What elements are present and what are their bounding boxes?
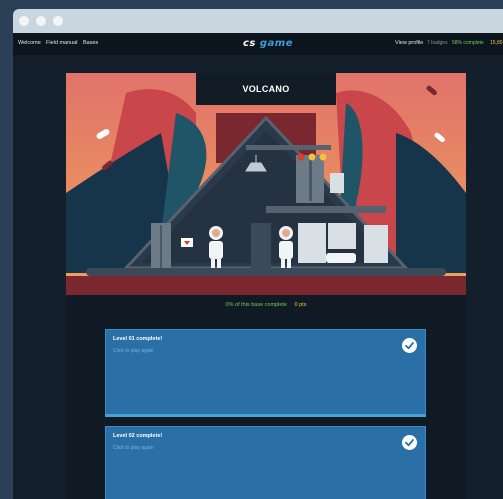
- base-progress-percent: 0% of this base complete: [225, 302, 287, 308]
- base-page: VOLCANO 0% of this base complete 0 pts L…: [66, 73, 466, 499]
- logo-game: game: [259, 38, 293, 49]
- level-title: Level 02 complete!: [113, 433, 163, 439]
- level-card-02[interactable]: Level 02 complete! Click to play again: [105, 426, 426, 499]
- volcano-scene-illustration: VOLCANO: [66, 73, 466, 295]
- nav-link-bases[interactable]: Bases: [83, 40, 98, 46]
- nav-link-welcome[interactable]: Welcome: [18, 40, 41, 46]
- base-progress: 0% of this base complete 0 pts: [66, 302, 466, 308]
- base-points: 0 pts: [294, 302, 307, 308]
- base-title-banner: VOLCANO: [196, 73, 336, 105]
- view-profile-link[interactable]: View profile: [395, 40, 423, 46]
- percent-complete: 58% complete: [452, 40, 484, 46]
- window-titlebar: [13, 9, 503, 33]
- level-title: Level 01 complete!: [113, 336, 163, 342]
- badges-count: 7 badges: [427, 40, 448, 46]
- window-dot-icon: [19, 16, 29, 26]
- window-dot-icon: [36, 16, 46, 26]
- nav-link-field-manual[interactable]: Field manual: [46, 40, 78, 46]
- level-replay-hint: Click to play again: [113, 445, 154, 451]
- top-nav: Welcome Field manual Bases cs game View …: [13, 33, 503, 55]
- base-title: VOLCANO: [242, 84, 290, 94]
- checkmark-icon: [402, 338, 417, 353]
- volcano-illustration: [66, 73, 466, 295]
- total-points: 15,80: [490, 40, 503, 46]
- level-card-01[interactable]: Level 01 complete! Click to play again: [105, 329, 426, 417]
- checkmark-icon: [402, 435, 417, 450]
- browser-window: Welcome Field manual Bases cs game View …: [13, 9, 503, 499]
- level-replay-hint: Click to play again: [113, 348, 154, 354]
- cs-game-logo[interactable]: cs game: [243, 38, 293, 49]
- logo-cs: cs: [243, 38, 256, 49]
- window-dot-icon: [53, 16, 63, 26]
